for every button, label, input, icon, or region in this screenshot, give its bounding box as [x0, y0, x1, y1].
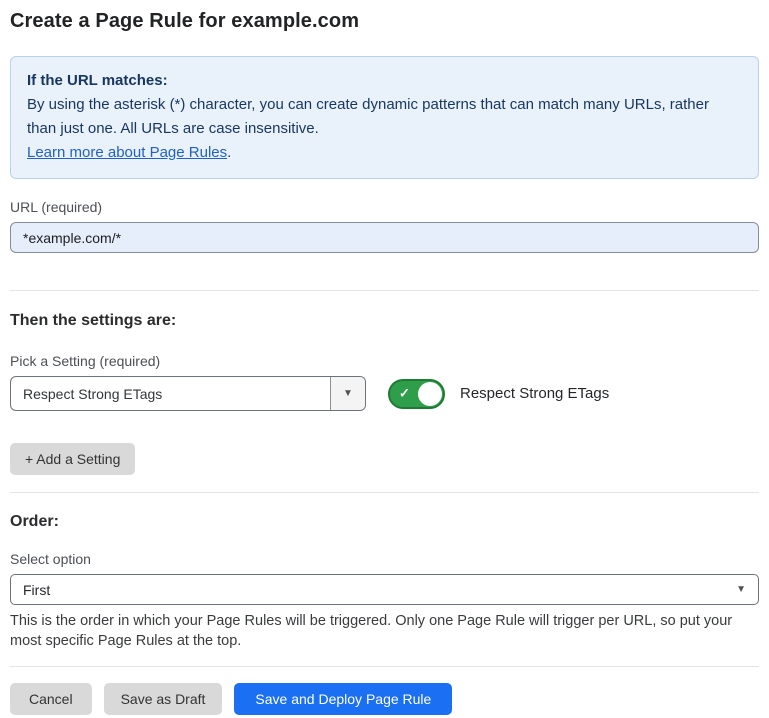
etag-toggle-label: Respect Strong ETags	[460, 385, 609, 402]
order-heading: Order:	[10, 513, 759, 531]
chevron-down-icon: ▼	[736, 584, 746, 595]
chevron-down-icon: ▼	[343, 388, 353, 399]
toggle-knob	[418, 382, 442, 406]
section-divider	[10, 492, 759, 493]
url-input[interactable]	[10, 222, 759, 253]
learn-more-link[interactable]: Learn more about Page Rules	[27, 144, 227, 161]
check-icon: ✓	[399, 385, 410, 401]
save-and-deploy-button[interactable]: Save and Deploy Page Rule	[234, 683, 452, 715]
save-as-draft-button[interactable]: Save as Draft	[104, 683, 223, 715]
order-select[interactable]: First ▼	[10, 574, 759, 605]
setting-row: Respect Strong ETags ▼ ✓ Respect Strong …	[10, 376, 759, 411]
info-box-heading: If the URL matches:	[27, 69, 742, 93]
section-divider	[10, 290, 759, 291]
info-box-body: By using the asterisk (*) character, you…	[27, 93, 742, 141]
order-help-text: This is the order in which your Page Rul…	[10, 611, 759, 651]
link-suffix: .	[227, 144, 231, 161]
setting-dropdown-arrow-button[interactable]: ▼	[330, 377, 365, 410]
section-divider	[10, 666, 759, 667]
form-actions: Cancel Save as Draft Save and Deploy Pag…	[10, 683, 759, 715]
cancel-button[interactable]: Cancel	[10, 683, 92, 715]
add-setting-button[interactable]: + Add a Setting	[10, 443, 135, 475]
settings-heading: Then the settings are:	[10, 312, 759, 330]
order-select-label: Select option	[10, 551, 759, 567]
setting-picker-label: Pick a Setting (required)	[10, 353, 759, 369]
info-box-link-line: Learn more about Page Rules.	[27, 141, 742, 165]
setting-dropdown-value: Respect Strong ETags	[11, 377, 330, 410]
order-select-value: First	[23, 582, 736, 598]
etag-toggle-switch[interactable]: ✓	[388, 379, 445, 409]
etag-toggle-group: ✓ Respect Strong ETags	[388, 379, 609, 409]
setting-dropdown[interactable]: Respect Strong ETags ▼	[10, 376, 366, 411]
url-field-label: URL (required)	[10, 199, 759, 215]
page-title: Create a Page Rule for example.com	[10, 10, 759, 33]
url-match-info-box: If the URL matches: By using the asteris…	[10, 56, 759, 179]
page-rule-form: Create a Page Rule for example.com If th…	[0, 0, 769, 715]
